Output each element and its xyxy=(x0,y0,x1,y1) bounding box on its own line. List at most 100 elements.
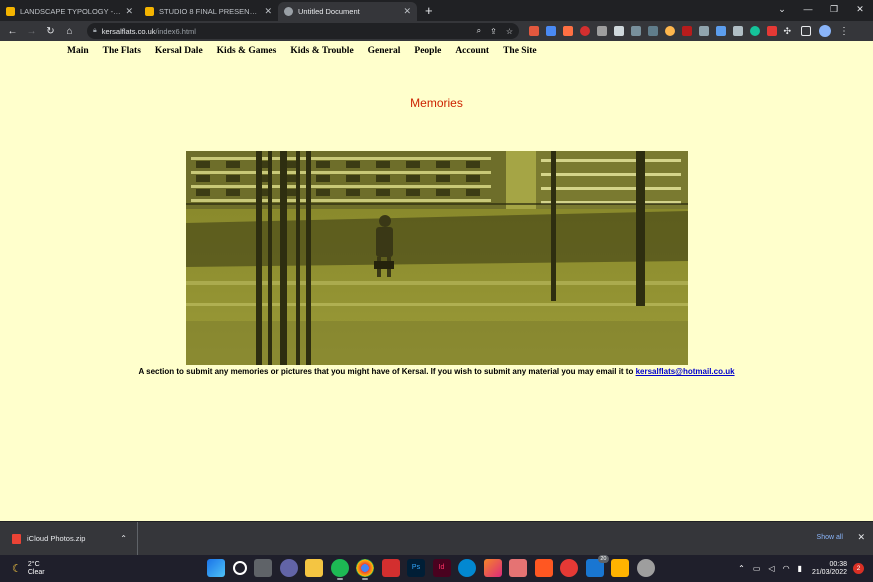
extension-icon[interactable] xyxy=(562,26,573,36)
indesign-icon[interactable]: Id xyxy=(432,559,451,577)
download-item[interactable]: iCloud Photos.zip ⌃ xyxy=(0,521,138,556)
extension-icon[interactable] xyxy=(596,26,607,36)
wifi-icon[interactable]: ◠ xyxy=(783,564,790,573)
clock-time: 00:38 xyxy=(829,560,847,568)
caption-text: A section to submit any memories or pict… xyxy=(138,367,634,376)
search-icon[interactable]: ⌕ xyxy=(477,26,481,36)
search-icon[interactable] xyxy=(232,561,247,575)
nav-kids-games[interactable]: Kids & Games xyxy=(217,46,277,56)
nav-the-site[interactable]: The Site xyxy=(503,46,537,56)
extension-icon[interactable] xyxy=(647,26,658,36)
reload-button[interactable]: ↻ xyxy=(41,26,60,37)
close-tab-icon[interactable]: ✕ xyxy=(125,6,133,17)
tab-strip: LANDSCAPE TYPOLOGY - Googl ✕ STUDIO 8 FI… xyxy=(0,0,873,21)
browser-toolbar: ← → ↻ ⌂ 🔒︎ kersalflats.co.uk/index6.html… xyxy=(0,21,873,41)
memories-photo xyxy=(186,151,688,365)
zip-file-icon xyxy=(12,533,21,544)
mail-icon[interactable]: 20 xyxy=(585,555,609,577)
nav-kersal-dale[interactable]: Kersal Dale xyxy=(155,46,203,56)
side-panel-icon[interactable] xyxy=(800,26,811,36)
start-windows-icon[interactable] xyxy=(207,559,225,577)
bookmark-star-icon[interactable]: ☆ xyxy=(506,27,513,36)
teams-chat-icon[interactable] xyxy=(279,559,298,577)
battery-icon[interactable]: ▮ xyxy=(798,564,802,573)
photoshop-icon[interactable]: Ps xyxy=(407,559,425,577)
extension-icon[interactable] xyxy=(766,26,777,36)
nav-main[interactable]: Main xyxy=(67,46,89,56)
nav-account[interactable]: Account xyxy=(455,46,489,56)
minimize-button[interactable]: — xyxy=(795,0,821,19)
app-icon[interactable] xyxy=(458,559,476,577)
home-button[interactable]: ⌂ xyxy=(60,26,79,37)
google-slides-icon xyxy=(6,7,15,16)
system-tray: ⌃ ▭ ◁ ◠ ▮ 00:38 21/03/2022 2 xyxy=(734,555,873,582)
extension-icon[interactable] xyxy=(613,26,624,36)
spotify-icon[interactable] xyxy=(330,559,349,580)
display-icon[interactable]: ▭ xyxy=(753,564,761,573)
grammarly-icon[interactable] xyxy=(749,26,760,36)
close-shelf-icon[interactable]: ✕ xyxy=(857,532,865,543)
new-tab-button[interactable]: + xyxy=(417,2,441,21)
extension-icon[interactable] xyxy=(732,26,743,36)
tab-title: Untitled Document xyxy=(298,7,360,16)
nav-the-flats[interactable]: The Flats xyxy=(103,46,141,56)
photo-illustration xyxy=(186,151,688,365)
weather-desc: Clear xyxy=(27,568,45,576)
site-nav: Main The Flats Kersal Dale Kids & Games … xyxy=(67,46,551,56)
browser-menu-icon[interactable]: ⋮ xyxy=(839,26,849,37)
extension-icon[interactable] xyxy=(630,26,641,36)
tab-studio-8[interactable]: STUDIO 8 FINAL PRESENTATION ✕ xyxy=(139,2,278,21)
app-icon[interactable] xyxy=(534,559,553,577)
chevron-up-icon[interactable]: ⌃ xyxy=(738,564,745,573)
tab-search-icon[interactable]: ⌄ xyxy=(769,0,795,19)
tab-landscape-typology[interactable]: LANDSCAPE TYPOLOGY - Googl ✕ xyxy=(0,2,139,21)
extension-icon[interactable] xyxy=(681,26,692,36)
acrobat-icon[interactable] xyxy=(381,559,400,577)
lock-icon[interactable]: 🔒︎ xyxy=(93,27,97,35)
app-icon[interactable] xyxy=(611,559,629,577)
chevron-up-icon[interactable]: ⌃ xyxy=(120,534,127,543)
volume-icon[interactable]: ◁ xyxy=(768,564,774,573)
extension-icon[interactable] xyxy=(528,26,539,36)
mail-badge: 20 xyxy=(598,555,609,563)
app-icon[interactable] xyxy=(560,559,578,577)
extension-icon[interactable] xyxy=(579,26,590,36)
chrome-icon[interactable] xyxy=(356,559,374,580)
extension-icon[interactable] xyxy=(715,26,726,36)
app-icon[interactable] xyxy=(636,559,655,577)
moon-icon: ☾ xyxy=(12,562,22,575)
back-button[interactable]: ← xyxy=(3,26,22,37)
windows-taskbar: ☾ 2°C Clear Ps Id 20 ⌃ ▭ ◁ ◠ ▮ 00:38 21/… xyxy=(0,555,873,582)
extension-icon[interactable] xyxy=(698,26,709,36)
restore-button[interactable]: ❐ xyxy=(821,0,847,19)
nav-kids-trouble[interactable]: Kids & Trouble xyxy=(290,46,353,56)
profile-avatar[interactable] xyxy=(819,25,831,37)
nav-people[interactable]: People xyxy=(414,46,441,56)
weather-widget[interactable]: ☾ 2°C Clear xyxy=(12,561,45,577)
close-tab-icon[interactable]: ✕ xyxy=(403,6,411,17)
extension-icon[interactable] xyxy=(664,26,675,36)
task-view-icon[interactable] xyxy=(254,559,272,577)
memories-caption: A section to submit any memories or pict… xyxy=(0,367,873,376)
tab-title: LANDSCAPE TYPOLOGY - Googl xyxy=(20,7,122,16)
file-explorer-icon[interactable] xyxy=(305,559,323,577)
window-controls: ⌄ — ❐ ✕ xyxy=(769,0,873,19)
instagram-icon[interactable] xyxy=(483,559,502,577)
globe-icon xyxy=(284,7,293,16)
extensions-puzzle-icon[interactable]: ✣ xyxy=(784,26,794,36)
notification-badge[interactable]: 2 xyxy=(853,563,864,574)
close-window-button[interactable]: ✕ xyxy=(847,0,873,19)
app-icon[interactable] xyxy=(509,559,527,577)
close-tab-icon[interactable]: ✕ xyxy=(264,6,272,17)
extension-icon[interactable] xyxy=(545,26,556,36)
download-file-name: iCloud Photos.zip xyxy=(27,534,86,543)
address-bar[interactable]: 🔒︎ kersalflats.co.uk/index6.html ⌕ ⇪ ☆ xyxy=(87,23,519,39)
page-title: Memories xyxy=(410,96,463,110)
tab-untitled-document[interactable]: Untitled Document ✕ xyxy=(278,2,417,21)
show-all-downloads-link[interactable]: Show all xyxy=(817,534,843,541)
forward-button[interactable]: → xyxy=(22,26,41,37)
clock[interactable]: 00:38 21/03/2022 xyxy=(812,561,847,577)
share-icon[interactable]: ⇪ xyxy=(490,27,497,36)
nav-general[interactable]: General xyxy=(368,46,401,56)
email-link[interactable]: kersalflats@hotmail.co.uk xyxy=(636,367,735,376)
